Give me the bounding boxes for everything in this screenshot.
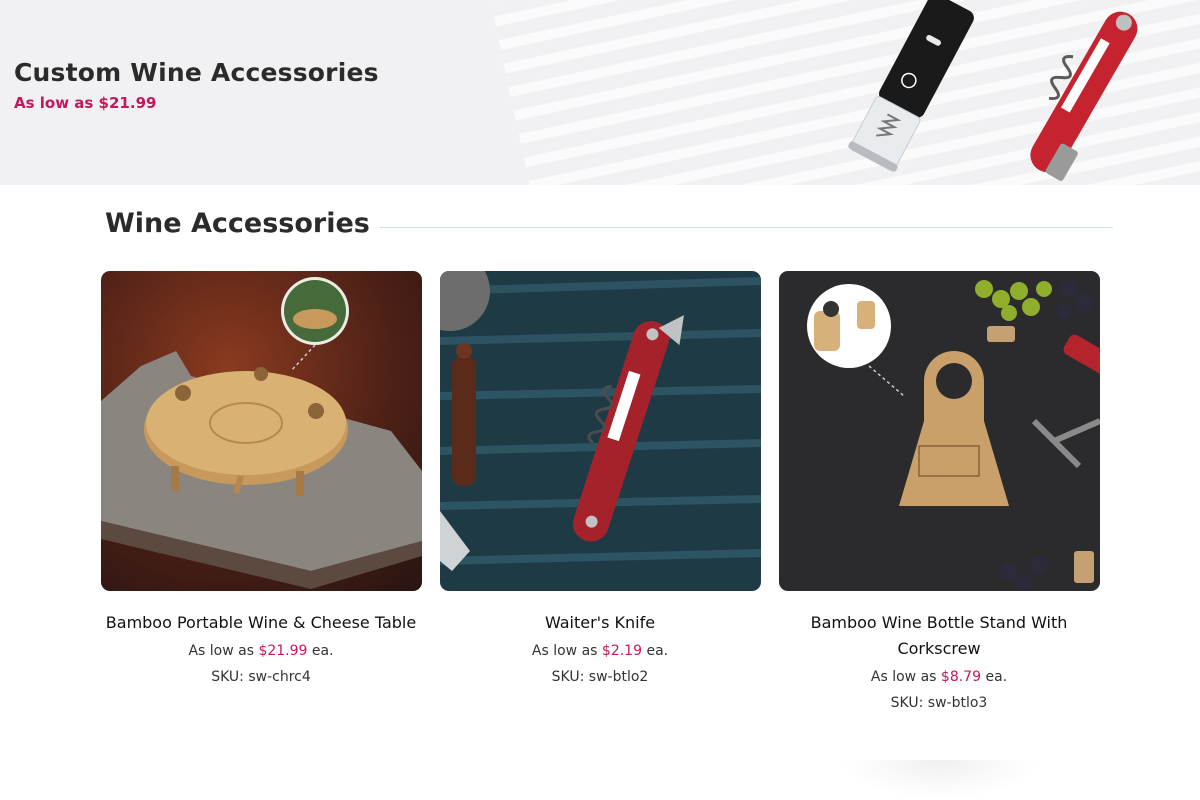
product-price: As low as $2.19 ea. (430, 640, 770, 662)
price-prefix: As low as (870, 669, 941, 685)
product-sku: SKU: sw-chrc4 (211, 669, 311, 685)
hero-banner: Custom Wine Accessories As low as $21.99 (0, 0, 1200, 185)
price-prefix: As low as (188, 643, 259, 659)
product-price: As low as $8.79 ea. (769, 666, 1109, 688)
product-card-3: Bamboo Wine Bottle Stand With Corkscrew … (769, 610, 1109, 714)
price-suffix: ea. (642, 643, 669, 659)
product-name[interactable]: Bamboo Wine Bottle Stand With Corkscrew (769, 610, 1109, 662)
product-sku: SKU: sw-btlo3 (890, 695, 988, 711)
product-price: As low as $21.99 ea. (91, 640, 431, 662)
red-corkscrew-icon (1010, 8, 1160, 183)
price-value: $2.19 (601, 643, 642, 659)
price-prefix: As low as (531, 643, 602, 659)
product-image-wine-cheese-table[interactable] (101, 271, 422, 591)
product-name[interactable]: Waiter's Knife (430, 610, 770, 636)
hero-title: Custom Wine Accessories (14, 58, 379, 87)
product-sku: SKU: sw-btlo2 (551, 669, 649, 685)
price-value: $21.99 (258, 643, 308, 659)
section-heading: Wine Accessories (105, 208, 370, 239)
price-suffix: ea. (307, 643, 334, 659)
decorative-shadow (840, 760, 1040, 800)
product-image-bottle-stand[interactable] (779, 271, 1100, 591)
price-value: $8.79 (940, 669, 981, 685)
price-suffix: ea. (981, 669, 1008, 685)
electric-wine-opener-icon (820, 0, 990, 185)
product-card-1: Bamboo Portable Wine & Cheese Table As l… (91, 610, 431, 688)
product-card-2: Waiter's Knife As low as $2.19 ea. SKU: … (430, 610, 770, 688)
product-name[interactable]: Bamboo Portable Wine & Cheese Table (91, 610, 431, 636)
hero-subtitle: As low as $21.99 (14, 94, 157, 112)
product-image-waiters-knife[interactable] (440, 271, 761, 591)
section-divider (380, 227, 1113, 228)
